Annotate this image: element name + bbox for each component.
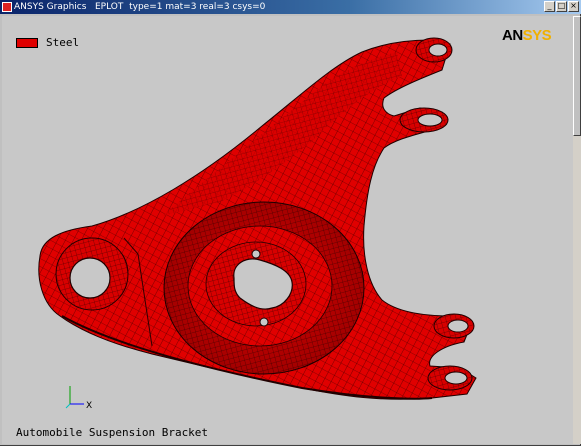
material-legend-label: Steel [46,36,80,49]
maximize-button[interactable]: □ [556,1,567,12]
ansys-graphics-window: ANSYS Graphics EPLOT type=1 mat=3 real=3… [0,0,581,446]
ansys-app-icon[interactable] [2,2,12,12]
title-bar[interactable]: ANSYS Graphics EPLOT type=1 mat=3 real=3… [0,0,581,14]
window-title: ANSYS Graphics EPLOT type=1 mat=3 real=3… [14,2,266,12]
model-caption: Automobile Suspension Bracket [16,426,209,439]
vertical-scrollbar[interactable] [573,16,581,444]
coordinate-triad-icon: X [65,386,92,410]
material-legend-swatch [16,38,38,48]
scrollbar-thumb[interactable] [573,16,581,136]
close-button[interactable]: × [568,1,579,12]
triad-x-label: X [86,401,92,410]
minimize-button[interactable]: _ [544,1,555,12]
ansys-logo: ANSYS [502,27,552,44]
graphics-viewport[interactable]: Steel ANSYS X Automobile Suspension Brac… [2,16,573,444]
